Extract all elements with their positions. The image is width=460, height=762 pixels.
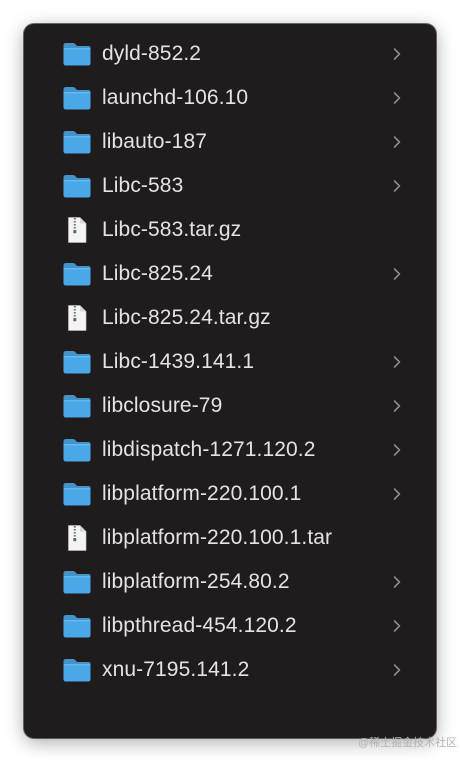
file-row[interactable]: launchd-106.10 [24,76,436,120]
folder-icon [62,261,92,287]
file-name: libauto-187 [102,130,208,153]
folder-icon [62,85,92,111]
file-row[interactable]: Libc-583 [24,164,436,208]
file-name: libdispatch-1271.120.2 [102,438,316,461]
archive-file-icon [62,525,92,551]
file-name: Libc-825.24.tar.gz [102,306,271,329]
folder-icon [62,657,92,683]
folder-icon [62,173,92,199]
chevron-right-icon[interactable] [392,267,402,281]
chevron-right-icon[interactable] [392,487,402,501]
file-row[interactable]: Libc-583.tar.gz [24,208,436,252]
file-name: Libc-583.tar.gz [102,218,242,241]
chevron-right-icon[interactable] [392,47,402,61]
chevron-right-icon[interactable] [392,443,402,457]
file-row[interactable]: dyld-852.2 [24,32,436,76]
file-name: libpthread-454.120.2 [102,614,297,637]
folder-icon [62,393,92,419]
file-row[interactable]: libplatform-254.80.2 [24,560,436,604]
file-row[interactable]: Libc-1439.141.1 [24,340,436,384]
file-list: dyld-852.2 launchd-106.10 libauto-187 Libc-… [24,32,436,692]
folder-icon [62,349,92,375]
file-row[interactable]: xnu-7195.141.2 [24,648,436,692]
file-name: launchd-106.10 [102,86,249,109]
watermark: @稀土掘金技术社区 [358,737,458,749]
file-name: Libc-825.24 [102,262,213,285]
archive-file-icon [62,217,92,243]
folder-icon [62,129,92,155]
file-row[interactable]: Libc-825.24.tar.gz [24,296,436,340]
chevron-right-icon[interactable] [392,135,402,149]
archive-file-icon [62,305,92,331]
file-name: Libc-1439.141.1 [102,350,255,373]
folder-icon [62,481,92,507]
file-row[interactable]: libauto-187 [24,120,436,164]
chevron-right-icon[interactable] [392,179,402,193]
file-name: xnu-7195.141.2 [102,658,250,681]
chevron-right-icon[interactable] [392,355,402,369]
chevron-right-icon[interactable] [392,91,402,105]
chevron-right-icon[interactable] [392,399,402,413]
folder-icon [62,437,92,463]
finder-window: dyld-852.2 launchd-106.10 libauto-187 Libc-… [24,24,436,738]
file-name: libclosure-79 [102,394,223,417]
folder-icon [62,569,92,595]
folder-icon [62,41,92,67]
file-name: dyld-852.2 [102,42,202,65]
file-name: Libc-583 [102,174,184,197]
file-row[interactable]: libdispatch-1271.120.2 [24,428,436,472]
file-row[interactable]: libclosure-79 [24,384,436,428]
chevron-right-icon[interactable] [392,619,402,633]
file-row[interactable]: Libc-825.24 [24,252,436,296]
file-row[interactable]: libplatform-220.100.1 [24,472,436,516]
file-name: libplatform-220.100.1.tar [102,526,333,549]
file-name: libplatform-220.100.1 [102,482,302,505]
folder-icon [62,613,92,639]
file-row[interactable]: libpthread-454.120.2 [24,604,436,648]
chevron-right-icon[interactable] [392,575,402,589]
file-row[interactable]: libplatform-220.100.1.tar [24,516,436,560]
file-name: libplatform-254.80.2 [102,570,290,593]
chevron-right-icon[interactable] [392,663,402,677]
